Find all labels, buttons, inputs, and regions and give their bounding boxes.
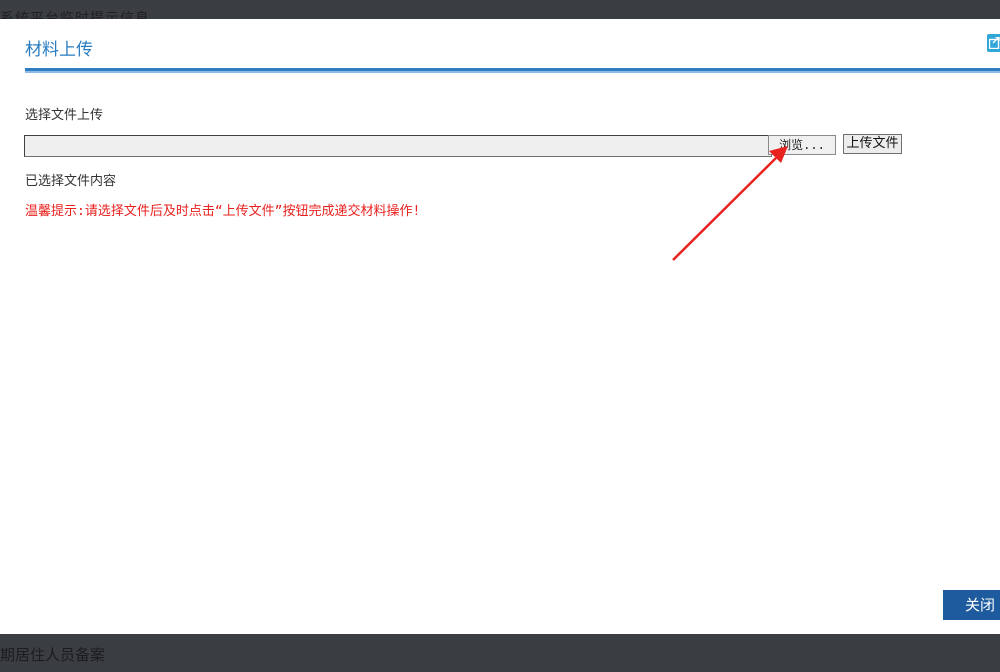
window-restore-icon[interactable] xyxy=(987,34,1000,52)
background-page-footer: 期居住人员备案 xyxy=(0,634,1000,672)
close-button[interactable]: 关闭 xyxy=(943,590,1000,620)
browse-button[interactable]: 浏览... xyxy=(768,135,836,155)
upload-tip-text: 温馨提示:请选择文件后及时点击“上传文件”按钮完成递交材料操作! xyxy=(25,204,421,219)
selected-files-label: 已选择文件内容 xyxy=(25,174,117,189)
file-path-input[interactable] xyxy=(24,135,772,157)
background-page-header: 系统平台临时提示信息 xyxy=(0,0,1000,19)
background-header-text: 系统平台临时提示信息 xyxy=(0,11,150,19)
choose-file-label: 选择文件上传 xyxy=(25,108,104,123)
background-footer-text: 期居住人员备案 xyxy=(0,646,106,664)
dialog-title: 材料上传 xyxy=(25,40,93,60)
upload-dialog: 材料上传 选择文件上传 浏览... 上传文件 已选择文件内容 温馨提示:请选择文… xyxy=(0,19,1000,634)
title-divider-shadow xyxy=(25,71,1000,73)
upload-file-button[interactable]: 上传文件 xyxy=(843,134,902,154)
